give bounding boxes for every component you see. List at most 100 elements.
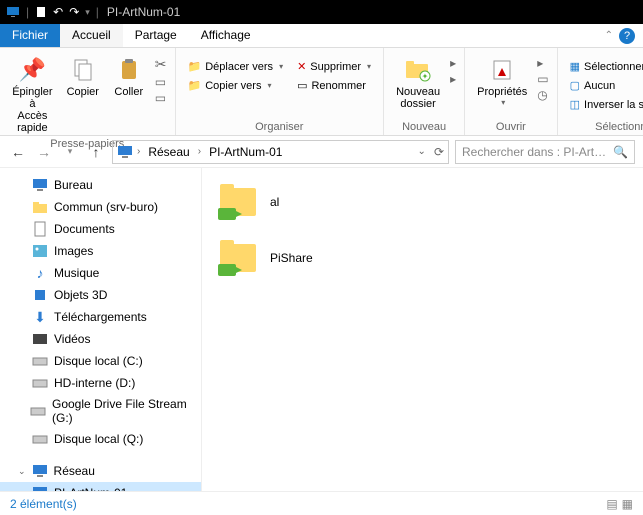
redo-icon[interactable]: ↷ bbox=[69, 5, 79, 19]
tree-item-host[interactable]: PI-ArtNum-01 bbox=[0, 482, 201, 491]
folder-label: al bbox=[270, 195, 279, 209]
ribbon-group-new: ✦ Nouveau dossier ▸ ▸ Nouveau bbox=[384, 48, 465, 135]
chevron-down-icon[interactable]: ⌄ bbox=[418, 146, 426, 157]
tree-item[interactable]: Bureau bbox=[0, 174, 201, 196]
tab-view[interactable]: Affichage bbox=[189, 24, 263, 47]
new-doc-icon[interactable] bbox=[35, 6, 47, 18]
move-to-button[interactable]: 📁Déplacer vers▾ bbox=[184, 58, 288, 75]
delete-icon: ✕ bbox=[297, 60, 306, 73]
copy-button[interactable]: Copier bbox=[63, 52, 103, 100]
ribbon-group-select: ▦Sélectionner tout ▢Aucun ◫Inverser la s… bbox=[558, 48, 643, 135]
status-bar: 2 élément(s) ▤ ▦ bbox=[0, 491, 643, 515]
tree-item[interactable]: ⬇ Téléchargements bbox=[0, 306, 201, 328]
up-button[interactable]: ↑ bbox=[86, 142, 106, 162]
rename-button[interactable]: ▭Renommer bbox=[293, 77, 375, 94]
drive-icon bbox=[32, 375, 48, 391]
nav-bar: ← → ▾ ↑ › Réseau › PI-ArtNum-01 ⌄ ⟳ Rech… bbox=[0, 136, 643, 168]
video-icon bbox=[32, 331, 48, 347]
tree-item[interactable]: HD-interne (D:) bbox=[0, 372, 201, 394]
drive-icon bbox=[30, 403, 46, 419]
copy-path-icon[interactable]: ▭ bbox=[155, 75, 167, 89]
tree-item-label: Musique bbox=[54, 266, 99, 280]
forward-button[interactable]: → bbox=[34, 142, 54, 162]
divider-icon: | bbox=[26, 5, 29, 19]
new-folder-button[interactable]: ✦ Nouveau dossier bbox=[392, 52, 444, 112]
qat-dropdown-icon[interactable]: ▾ bbox=[85, 7, 90, 18]
back-button[interactable]: ← bbox=[8, 142, 28, 162]
divider-icon: | bbox=[96, 5, 99, 19]
history-icon[interactable]: ◷ bbox=[537, 88, 548, 102]
computer-icon bbox=[117, 145, 133, 159]
paste-shortcut-icon[interactable]: ▭ bbox=[155, 91, 167, 105]
share-folder-icon bbox=[218, 184, 258, 220]
pin-quick-access-button[interactable]: 📌 Épingler à Accès rapide bbox=[8, 52, 57, 136]
folder-label: PiShare bbox=[270, 251, 313, 265]
tree-item[interactable]: ♪ Musique bbox=[0, 262, 201, 284]
breadcrumb-segment[interactable]: Réseau bbox=[144, 145, 193, 159]
music-icon: ♪ bbox=[32, 265, 48, 281]
icons-view-icon[interactable]: ▦ bbox=[622, 497, 633, 511]
tab-home[interactable]: Accueil bbox=[60, 24, 123, 47]
ribbon: 📌 Épingler à Accès rapide Copier Coller … bbox=[0, 48, 643, 136]
content-pane[interactable]: al PiShare bbox=[202, 168, 643, 491]
refresh-icon[interactable]: ⟳ bbox=[434, 145, 444, 159]
tab-share[interactable]: Partage bbox=[123, 24, 189, 47]
open-icon[interactable]: ▸ bbox=[537, 56, 548, 70]
edit-icon[interactable]: ▭ bbox=[537, 72, 548, 86]
doc-icon bbox=[32, 221, 48, 237]
select-all-button[interactable]: ▦Sélectionner tout bbox=[566, 58, 643, 75]
select-none-button[interactable]: ▢Aucun bbox=[566, 77, 643, 94]
tree-item[interactable]: Documents bbox=[0, 218, 201, 240]
tree-item-label: Google Drive File Stream (G:) bbox=[52, 397, 193, 425]
drive-icon bbox=[32, 431, 48, 447]
tree-item-network[interactable]: ⌄Réseau bbox=[0, 460, 201, 482]
ribbon-group-open: Propriétés ▾ ▸ ▭ ◷ Ouvrir bbox=[465, 48, 557, 135]
tab-file[interactable]: Fichier bbox=[0, 24, 60, 47]
cut-icon[interactable]: ✂ bbox=[155, 56, 167, 73]
search-box[interactable]: Rechercher dans : PI-ArtNum... 🔍 bbox=[455, 140, 635, 164]
address-bar[interactable]: › Réseau › PI-ArtNum-01 ⌄ ⟳ bbox=[112, 140, 449, 164]
copy-to-button[interactable]: 📁Copier vers▾ bbox=[184, 77, 288, 94]
item-count: 2 élément(s) bbox=[10, 497, 77, 511]
recent-dropdown[interactable]: ▾ bbox=[60, 142, 80, 162]
tree-item[interactable]: Vidéos bbox=[0, 328, 201, 350]
chevron-right-icon[interactable]: › bbox=[137, 146, 140, 157]
expand-icon[interactable]: ⌄ bbox=[18, 466, 26, 477]
tree-item-label: Téléchargements bbox=[54, 310, 147, 324]
folder-item[interactable]: PiShare bbox=[214, 236, 631, 280]
folder-item[interactable]: al bbox=[214, 180, 631, 224]
invert-selection-button[interactable]: ◫Inverser la sélection bbox=[566, 96, 643, 113]
tree-item[interactable]: Objets 3D bbox=[0, 284, 201, 306]
tree-item[interactable]: Google Drive File Stream (G:) bbox=[0, 394, 201, 428]
details-view-icon[interactable]: ▤ bbox=[606, 497, 617, 511]
search-icon[interactable]: 🔍 bbox=[613, 145, 628, 159]
invert-icon: ◫ bbox=[570, 98, 580, 111]
body: BureauCommun (srv-buro) Documents Images ♪ M… bbox=[0, 168, 643, 491]
chevron-right-icon[interactable]: › bbox=[198, 146, 201, 157]
delete-button[interactable]: ✕Supprimer▾ bbox=[293, 58, 375, 75]
ribbon-group-organize: 📁Déplacer vers▾ 📁Copier vers▾ ✕Supprimer… bbox=[176, 48, 385, 135]
collapse-ribbon-icon[interactable]: ⌃ bbox=[605, 30, 613, 41]
breadcrumb-segment[interactable]: PI-ArtNum-01 bbox=[205, 145, 286, 159]
tree-item[interactable]: Disque local (C:) bbox=[0, 350, 201, 372]
undo-icon[interactable]: ↶ bbox=[53, 5, 63, 19]
tree-item-label: Documents bbox=[54, 222, 115, 236]
properties-button[interactable]: Propriétés ▾ bbox=[473, 52, 531, 109]
monitor-icon bbox=[6, 6, 20, 18]
share-folder-icon bbox=[32, 199, 48, 215]
nav-tree[interactable]: BureauCommun (srv-buro) Documents Images ♪ M… bbox=[0, 168, 202, 491]
tree-item-label: Vidéos bbox=[54, 332, 90, 346]
tree-item-label: Disque local (C:) bbox=[54, 354, 143, 368]
chevron-down-icon: ▾ bbox=[279, 62, 283, 71]
help-icon[interactable]: ? bbox=[619, 28, 635, 44]
tree-item[interactable]: Images bbox=[0, 240, 201, 262]
tree-item[interactable]: Disque local (Q:) bbox=[0, 428, 201, 450]
new-item-icon[interactable]: ▸ bbox=[450, 56, 456, 70]
select-none-icon: ▢ bbox=[570, 79, 580, 92]
ribbon-tabs: Fichier Accueil Partage Affichage ⌃ ? bbox=[0, 24, 643, 48]
download-icon: ⬇ bbox=[32, 309, 48, 325]
drive-icon bbox=[32, 353, 48, 369]
tree-item[interactable]: Commun (srv-buro) bbox=[0, 196, 201, 218]
easy-access-icon[interactable]: ▸ bbox=[450, 72, 456, 86]
paste-button[interactable]: Coller bbox=[109, 52, 149, 100]
